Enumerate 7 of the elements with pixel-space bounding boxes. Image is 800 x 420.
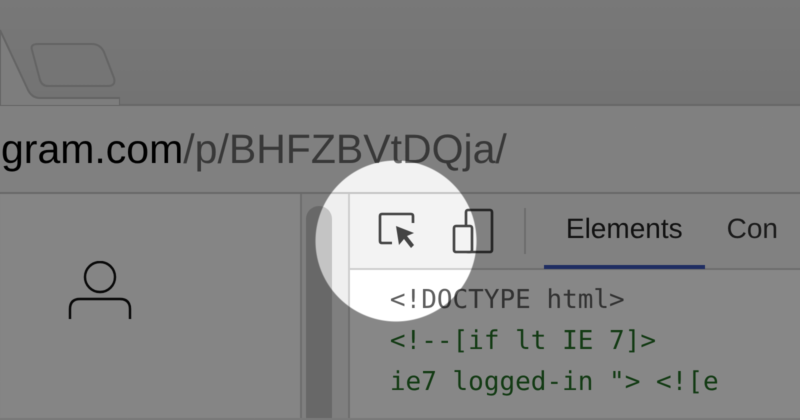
person-icon xyxy=(68,261,132,321)
devtools-tab[interactable]: Elements xyxy=(544,193,705,269)
code-line: ie7 logged-in "> <![e xyxy=(390,367,719,397)
code-line: <!--[if lt IE 7]> xyxy=(390,326,656,356)
inspect-icon[interactable] xyxy=(378,212,416,250)
device-toggle-icon[interactable] xyxy=(452,208,494,254)
scrollbar[interactable] xyxy=(306,206,332,418)
